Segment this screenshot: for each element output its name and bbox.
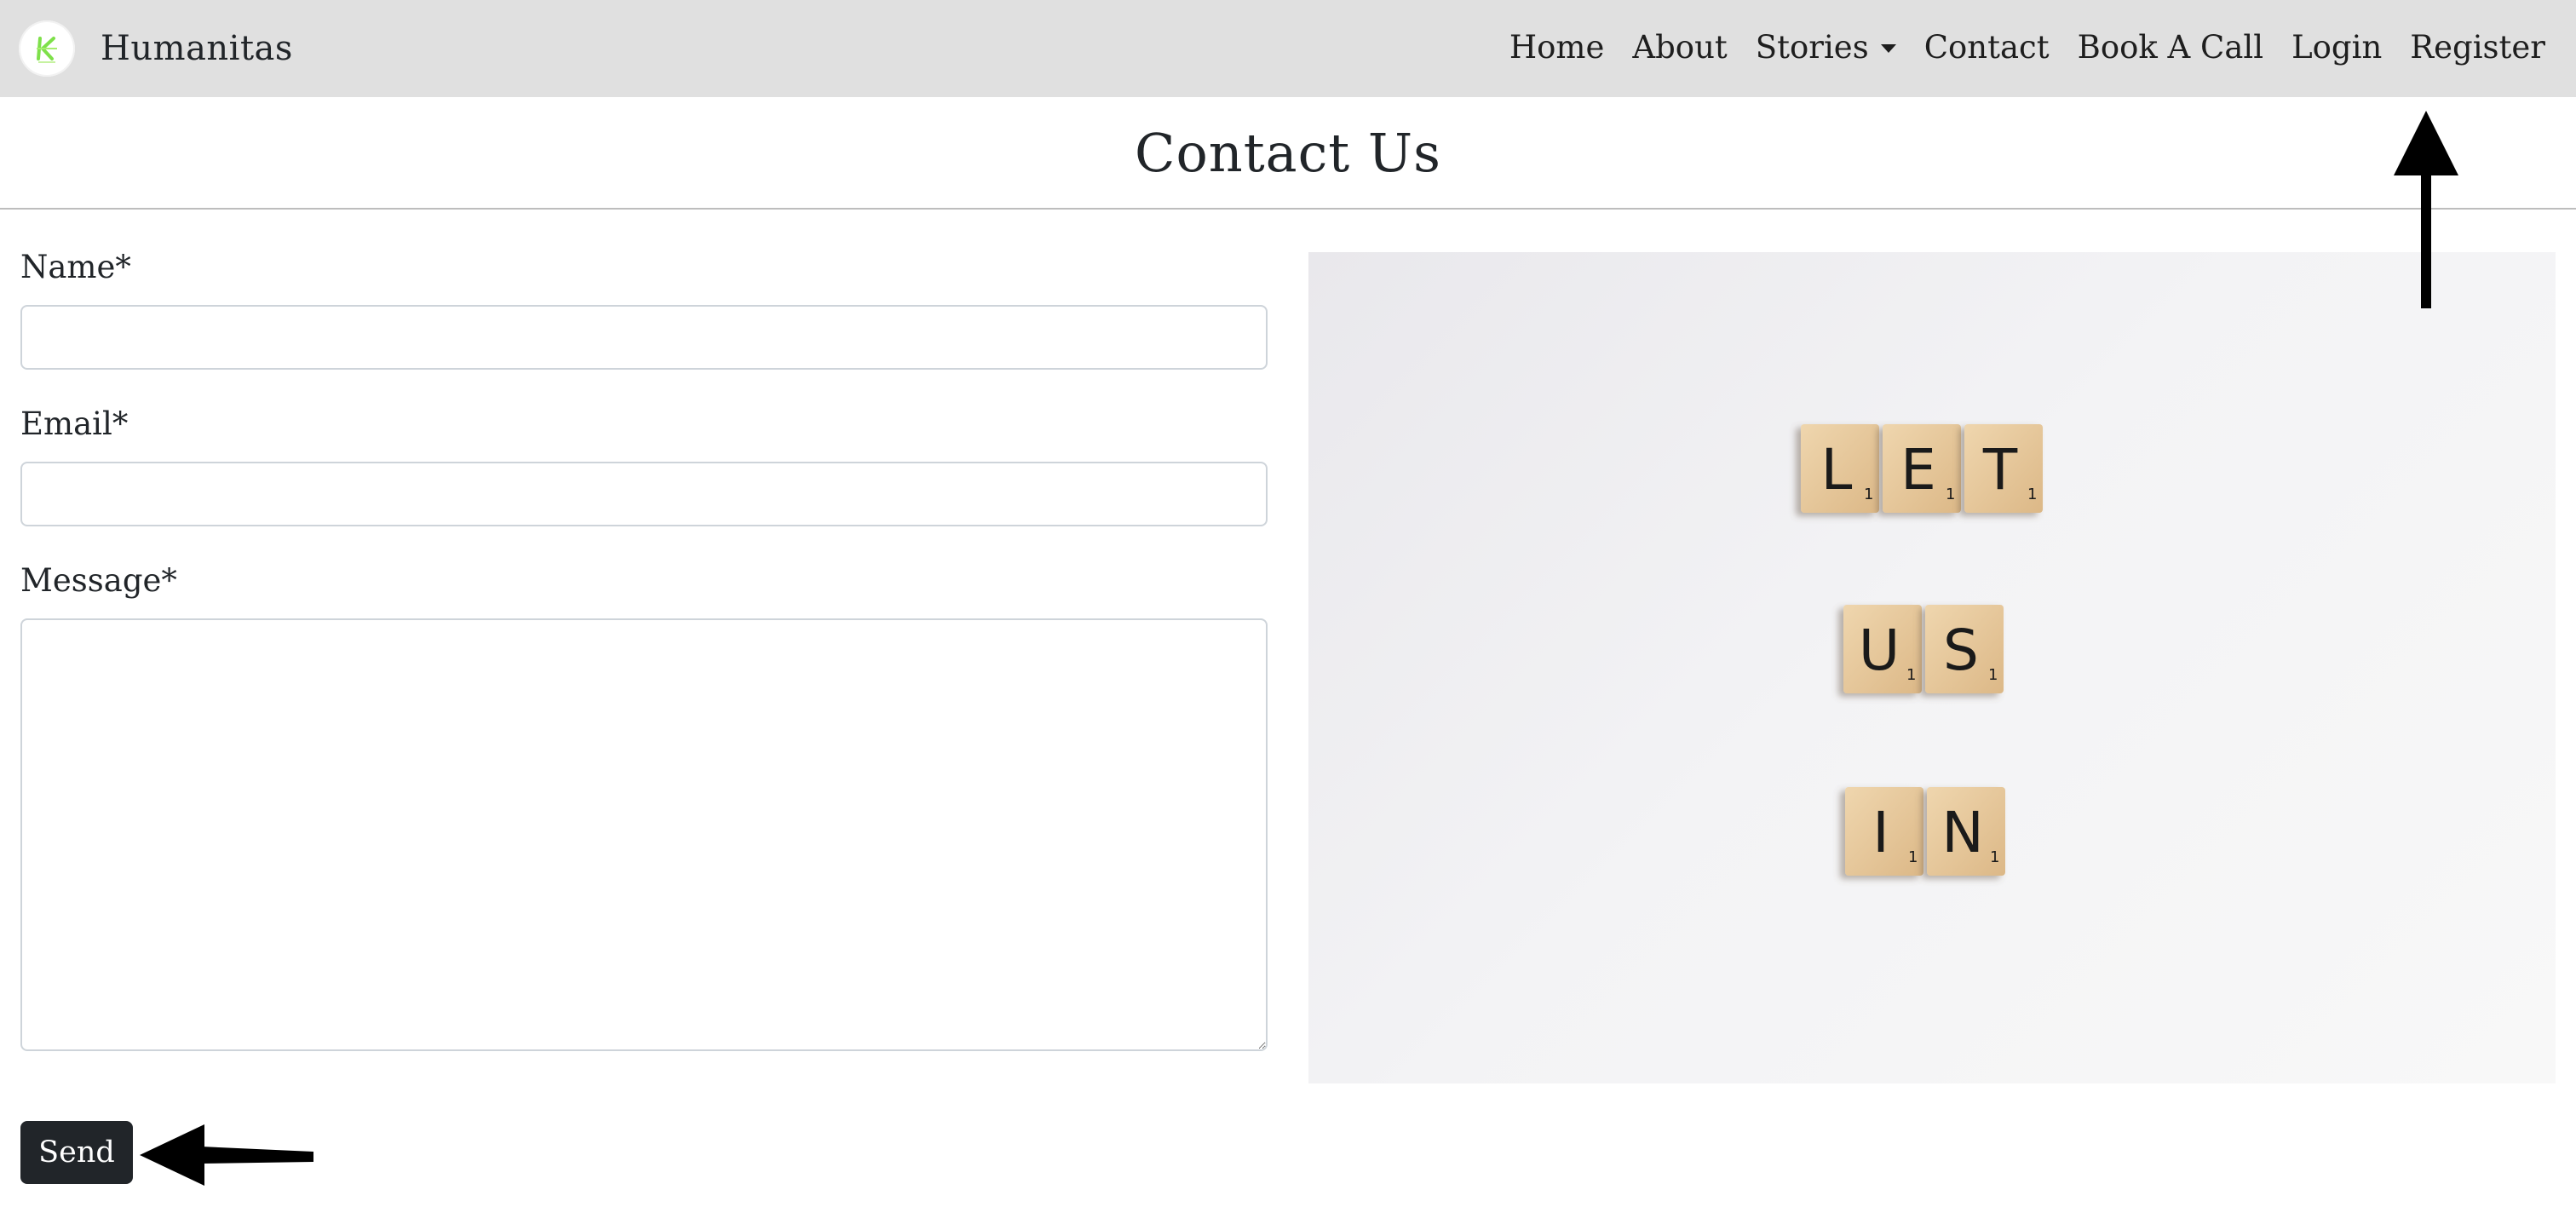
scrabble-tile: E1 bbox=[1883, 424, 1961, 513]
tile-letter: U bbox=[1859, 618, 1900, 683]
tile-value: 1 bbox=[2027, 486, 2037, 503]
name-input[interactable] bbox=[20, 305, 1268, 370]
scrabble-tile: I1 bbox=[1845, 787, 1923, 876]
navbar: Humanitas Home About Stories Contact Boo… bbox=[0, 0, 2576, 97]
page-title: Contact Us bbox=[1135, 121, 1441, 184]
tile-value: 1 bbox=[1864, 486, 1873, 503]
nav-link-book-a-call[interactable]: Book A Call bbox=[2078, 29, 2263, 66]
brand-name[interactable]: Humanitas bbox=[101, 29, 293, 68]
tile-letter: T bbox=[1982, 437, 2018, 503]
tile-letter: E bbox=[1900, 437, 1936, 503]
tile-letter: N bbox=[1941, 800, 1983, 865]
tile-letter: L bbox=[1821, 437, 1853, 503]
nav-link-stories-dropdown[interactable]: Stories bbox=[1756, 29, 1896, 66]
tile-value: 1 bbox=[1990, 848, 1999, 866]
email-label: Email* bbox=[20, 405, 129, 442]
tile-value: 1 bbox=[1906, 666, 1916, 684]
tile-letter: I bbox=[1872, 800, 1889, 865]
scrabble-tile: N1 bbox=[1927, 787, 2005, 876]
tile-value: 1 bbox=[1946, 486, 1955, 503]
nav-link-register[interactable]: Register bbox=[2410, 29, 2545, 66]
contact-form: Name* Email* Message* bbox=[20, 247, 1268, 1051]
send-button[interactable]: Send bbox=[20, 1121, 133, 1184]
scrabble-tile: S1 bbox=[1925, 605, 2004, 693]
arrow-left-annotation bbox=[140, 1124, 313, 1186]
scrabble-tile: U1 bbox=[1843, 605, 1922, 693]
message-label: Message* bbox=[20, 562, 177, 599]
nav-link-home[interactable]: Home bbox=[1509, 29, 1605, 66]
scrabble-tiles-photo: L 1 E 1 T 1U 1 S 1I 1 N 1 bbox=[1801, 424, 2043, 876]
caret-down-icon bbox=[1880, 44, 1896, 53]
name-label: Name* bbox=[20, 249, 131, 285]
brand[interactable]: Humanitas bbox=[19, 19, 293, 78]
nav-link-stories-label: Stories bbox=[1755, 28, 1869, 66]
humanitas-logo-icon[interactable] bbox=[19, 20, 75, 77]
tile-value: 1 bbox=[1988, 666, 1998, 684]
message-textarea[interactable] bbox=[20, 618, 1268, 1051]
contact-image: L1E1T1U1S1I1N1 bbox=[1308, 252, 2556, 1083]
scrabble-tile: T1 bbox=[1964, 424, 2043, 513]
scrabble-tile: L1 bbox=[1801, 424, 1879, 513]
page-header: Contact Us bbox=[0, 97, 2576, 210]
nav-link-contact[interactable]: Contact bbox=[1924, 29, 2050, 66]
tile-letter: S bbox=[1943, 618, 1979, 683]
nav-link-login[interactable]: Login bbox=[2291, 29, 2382, 66]
nav-link-about[interactable]: About bbox=[1632, 29, 1727, 66]
tile-value: 1 bbox=[1908, 848, 1918, 866]
email-input[interactable] bbox=[20, 462, 1268, 526]
nav-links: Home About Stories Contact Book A Call L… bbox=[1481, 0, 2545, 94]
